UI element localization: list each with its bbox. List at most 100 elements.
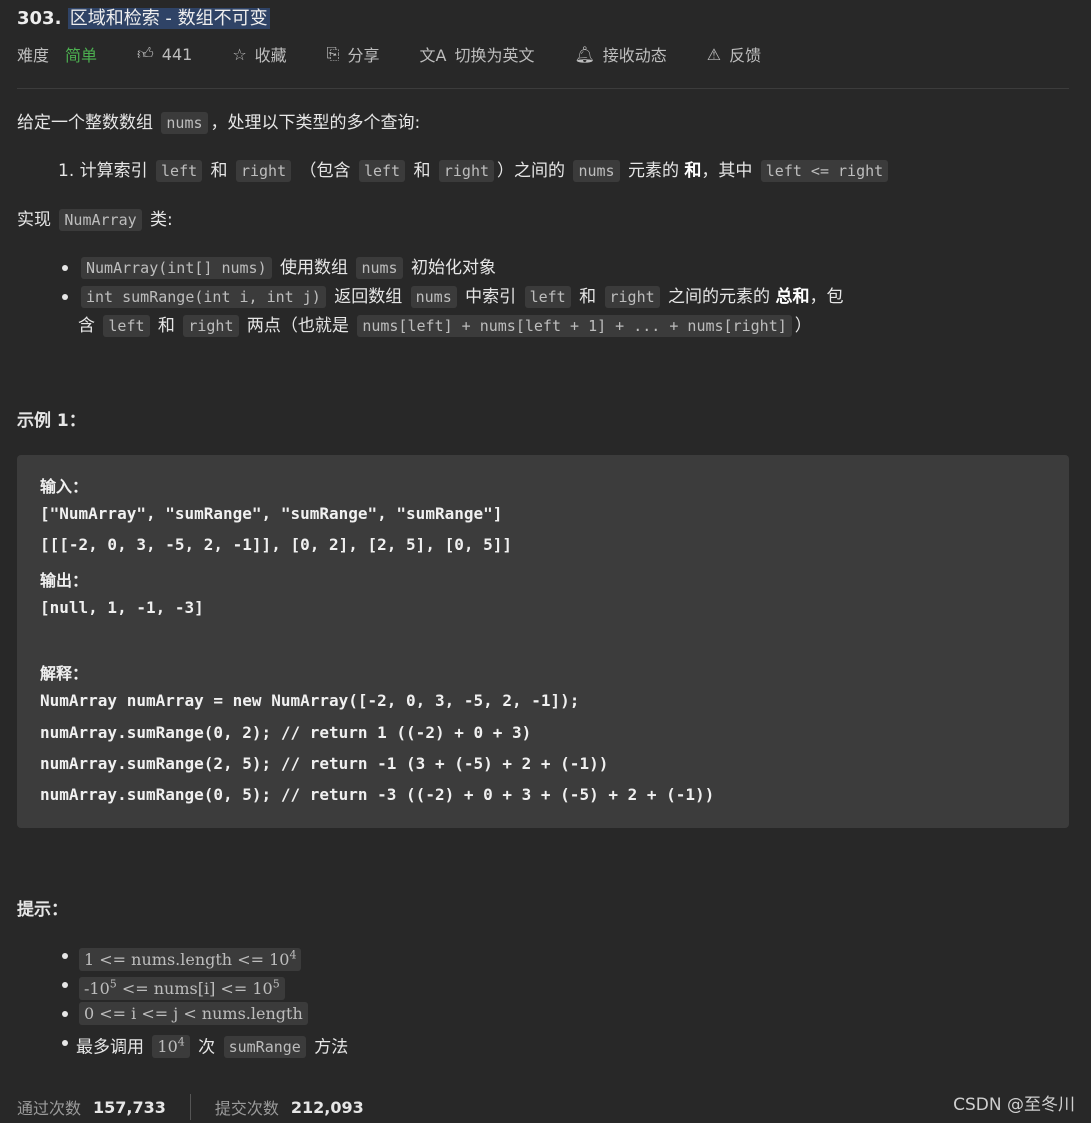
bullet bbox=[62, 1011, 68, 1017]
inline-code: NumArray(int[] nums) bbox=[81, 257, 272, 279]
example-heading: 示例 1： bbox=[17, 411, 86, 431]
inline-code: left bbox=[103, 315, 150, 337]
bullet bbox=[62, 265, 68, 271]
text: 和 bbox=[408, 161, 436, 181]
description-line: 实现 NumArray 类: bbox=[17, 208, 173, 232]
thumbs-up-icon: 👍︎ bbox=[137, 44, 154, 63]
bold-text: 总和 bbox=[775, 287, 810, 307]
star-icon: ☆ bbox=[232, 44, 247, 64]
inline-code: nums bbox=[573, 160, 620, 182]
text: 类: bbox=[144, 210, 173, 230]
hint-item: 最多调用 104 次 sumRange 方法 bbox=[76, 1031, 348, 1059]
description-line: NumArray(int[] nums) 使用数组 nums 初始化对象 bbox=[78, 256, 496, 280]
text: 和 bbox=[205, 161, 233, 181]
text: ）之间的 bbox=[497, 161, 571, 181]
feedback-icon: ⚠︎ bbox=[706, 44, 722, 64]
text: 中索引 bbox=[459, 287, 522, 307]
superscript: 5 bbox=[272, 978, 280, 991]
inline-code: left bbox=[524, 286, 571, 308]
difficulty: 难度 简单 bbox=[17, 42, 97, 66]
example-line: numArray.sumRange(0, 5); // return -3 ((… bbox=[40, 785, 715, 804]
inline-code: left <= right bbox=[760, 160, 889, 182]
text: 实现 bbox=[17, 210, 57, 230]
bullet bbox=[62, 982, 68, 988]
example-code-block: 输入： ["NumArray", "sumRange", "sumRange", … bbox=[17, 455, 1069, 828]
text: 和 bbox=[152, 316, 181, 336]
inline-code: int sumRange(int i, int j) bbox=[81, 286, 326, 308]
inline-code: right bbox=[235, 160, 292, 182]
accepted-count: 157,733 bbox=[93, 1097, 166, 1117]
feedback-button[interactable]: ⚠︎ 反馈 bbox=[707, 42, 761, 66]
bold-text: 和 bbox=[684, 161, 702, 181]
description-line: 含 left 和 right 两点（也就是 nums[left] + nums[… bbox=[78, 314, 812, 338]
inline-math: 0 <= i <= j < nums.length bbox=[79, 1002, 308, 1025]
bullet bbox=[62, 953, 68, 959]
text: （包含 bbox=[294, 161, 356, 181]
superscript: 4 bbox=[289, 949, 297, 962]
inline-code: right bbox=[183, 315, 239, 337]
text: 两点（也就是 bbox=[241, 316, 355, 336]
text: 方法 bbox=[308, 1037, 349, 1058]
share-button[interactable]: ⎘ 分享 bbox=[327, 42, 380, 66]
text: ） bbox=[794, 316, 812, 336]
description-line: int sumRange(int i, int j) 返回数组 nums 中索引… bbox=[78, 285, 843, 309]
text: ，处理以下类型的多个查询: bbox=[210, 113, 421, 133]
text: 最多调用 bbox=[76, 1037, 150, 1058]
text: 含 bbox=[78, 316, 101, 336]
submission-stats: 通过次数 157,733 提交次数 212,093 bbox=[17, 1094, 364, 1120]
hint-item: 1 <= nums.length <= 104 bbox=[76, 944, 304, 972]
text: 初始化对象 bbox=[405, 258, 496, 278]
divider bbox=[17, 88, 1069, 89]
divider bbox=[189, 1094, 191, 1120]
text: 次 bbox=[192, 1037, 221, 1058]
favorite-button[interactable]: ☆ 收藏 bbox=[232, 42, 286, 66]
inline-math: 104 bbox=[152, 1035, 190, 1059]
translate-icon: 文A bbox=[419, 46, 447, 65]
superscript: 5 bbox=[109, 978, 117, 991]
inline-code: nums[left] + nums[left + 1] + ... + nums… bbox=[357, 315, 792, 337]
example-line: numArray.sumRange(0, 2); // return 1 ((-… bbox=[40, 722, 532, 742]
example-line: [[[-2, 0, 3, -5, 2, -1]], [0, 2], [2, 5]… bbox=[40, 535, 513, 555]
inline-math: 1 <= nums.length <= 104 bbox=[79, 948, 302, 972]
hints-heading: 提示： bbox=[17, 900, 68, 920]
example-line: ["NumArray", "sumRange", "sumRange", "su… bbox=[40, 504, 503, 524]
share-icon: ⎘ bbox=[326, 44, 340, 63]
inline-code: sumRange bbox=[223, 1036, 306, 1059]
example-line: 输出： bbox=[40, 570, 89, 590]
watermark: CSDN @至冬川 bbox=[953, 1095, 1075, 1115]
bell-icon: 🔔︎ bbox=[574, 44, 595, 64]
superscript: 4 bbox=[177, 1036, 185, 1049]
problem-meta-bar: 难度 简单 👍︎ 441 ☆ 收藏 ⎘ 分享 文A 切换为英文 🔔︎ 接收动态 ⚠︎ 反馈 bbox=[17, 42, 801, 66]
example-line: numArray.sumRange(2, 5); // return -1 (3… bbox=[40, 753, 609, 773]
example-line: 输入： bbox=[40, 477, 89, 496]
hint-item: -105 <= nums[i] <= 105 bbox=[76, 973, 288, 1001]
inline-code: NumArray bbox=[59, 209, 142, 231]
text: 返回数组 bbox=[328, 287, 408, 307]
description-line: 1. 计算索引 left 和 right （包含 left 和 right ）之间… bbox=[58, 159, 891, 183]
text: 给定一个整数数组 bbox=[17, 113, 159, 133]
inline-code: right bbox=[438, 160, 495, 182]
bullet bbox=[62, 294, 68, 300]
subscribe-button[interactable]: 🔔︎ 接收动态 bbox=[574, 42, 666, 66]
inline-code: nums bbox=[161, 112, 208, 134]
switch-language-button[interactable]: 文A 切换为英文 bbox=[420, 42, 535, 66]
bullet bbox=[62, 1040, 68, 1046]
text: 元素的 bbox=[622, 161, 685, 181]
text: ，其中 bbox=[701, 161, 758, 181]
text: 1. 计算索引 bbox=[58, 161, 154, 181]
inline-code: left bbox=[156, 160, 203, 182]
problem-title: 303. 区域和检索 - 数组不可变 bbox=[17, 8, 270, 29]
description-line: 给定一个整数数组 nums ，处理以下类型的多个查询: bbox=[17, 111, 420, 135]
example-line: 解释： bbox=[40, 664, 89, 684]
text: ，包 bbox=[809, 287, 844, 307]
inline-code: nums bbox=[410, 286, 457, 308]
like-button[interactable]: 👍︎ 441 bbox=[137, 44, 192, 64]
text: 和 bbox=[573, 287, 602, 307]
inline-code: right bbox=[604, 286, 660, 308]
problem-name: 区域和检索 - 数组不可变 bbox=[67, 8, 270, 29]
text: 之间的元素的 bbox=[662, 287, 776, 307]
example-line: [null, 1, -1, -3] bbox=[40, 597, 204, 617]
text: 使用数组 bbox=[274, 258, 354, 278]
difficulty-badge: 简单 bbox=[65, 46, 98, 65]
hint-item: 0 <= i <= j < nums.length bbox=[76, 1002, 311, 1026]
